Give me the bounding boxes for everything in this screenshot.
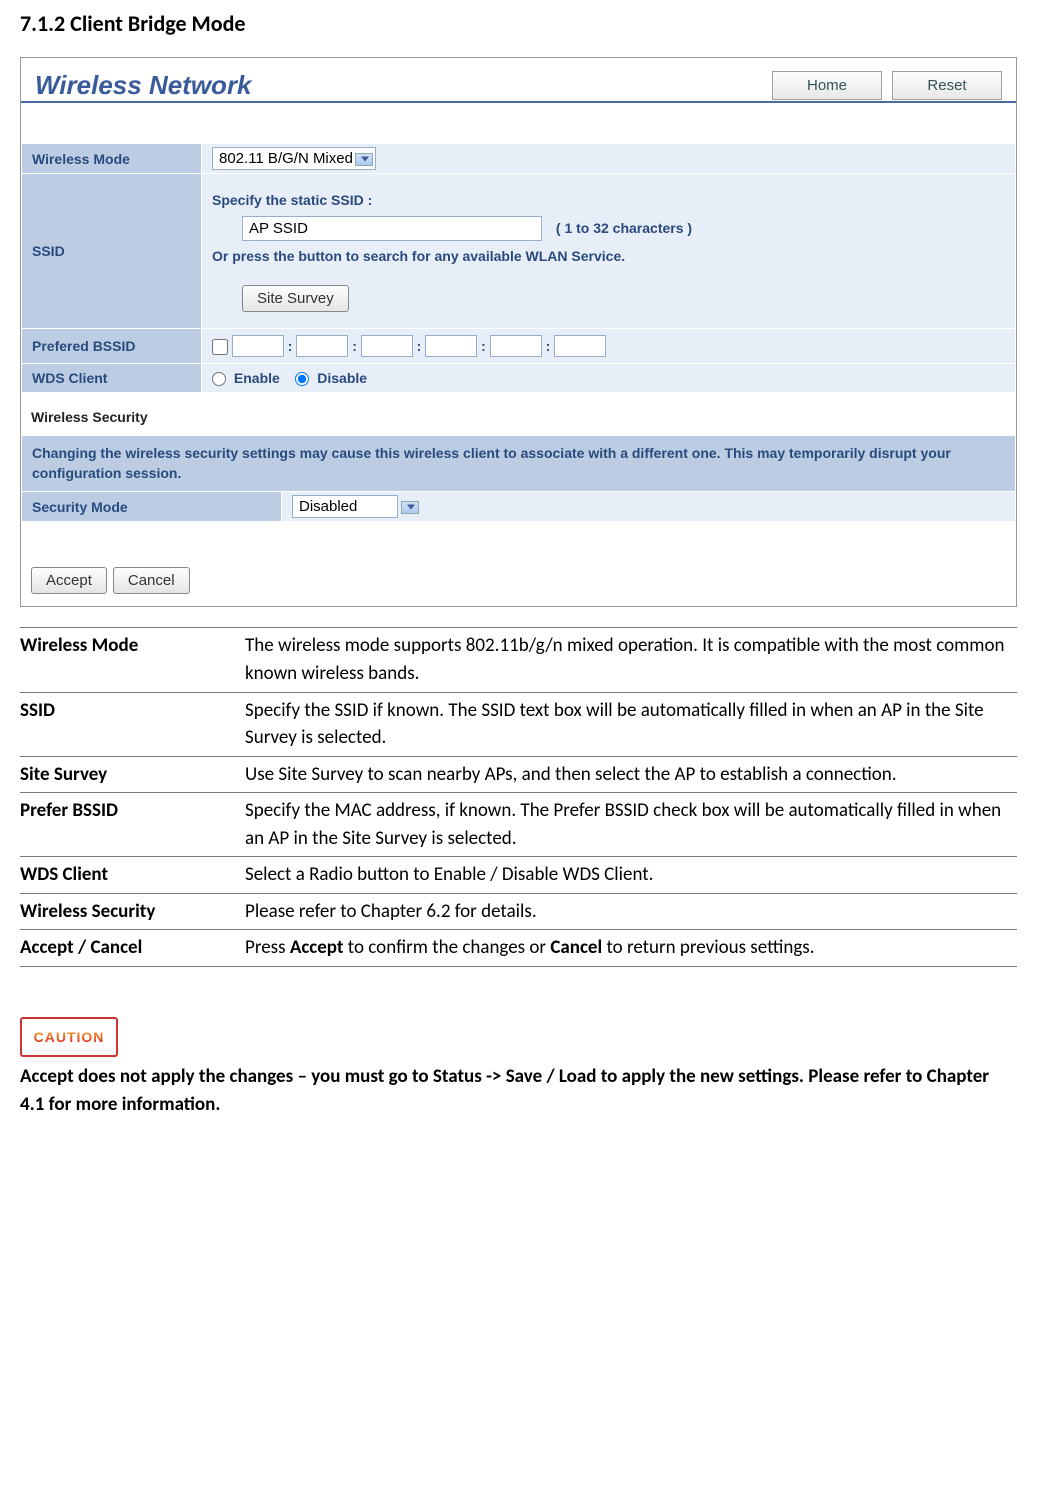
chevron-down-icon <box>407 504 415 509</box>
bssid-oct-5[interactable] <box>490 335 542 357</box>
table-row: SSIDSpecify the SSID if known. The SSID … <box>20 692 1017 756</box>
bssid-oct-6[interactable] <box>554 335 606 357</box>
wds-enable-radio[interactable] <box>212 372 226 386</box>
security-mode-select[interactable]: Disabled <box>292 498 422 515</box>
desc-label: WDS Client <box>20 857 245 894</box>
panel-title: Wireless Network <box>35 70 252 101</box>
wireless-mode-select[interactable]: 802.11 B/G/N Mixed <box>212 150 376 167</box>
bssid-checkbox[interactable] <box>212 339 228 355</box>
desc-label: Accept / Cancel <box>20 930 245 967</box>
desc-label: Wireless Mode <box>20 628 245 692</box>
desc-label: Prefer BSSID <box>20 793 245 857</box>
desc-label: Site Survey <box>20 756 245 793</box>
caution-note: Accept does not apply the changes – you … <box>20 1063 1017 1120</box>
table-row: Wireless SecurityPlease refer to Chapter… <box>20 893 1017 930</box>
section-title: 7.1.2 Client Bridge Mode <box>20 10 1017 37</box>
wds-enable-option[interactable]: Enable <box>212 370 284 386</box>
desc-text: Specify the MAC address, if known. The P… <box>245 793 1017 857</box>
config-screenshot: Wireless Network Home Reset Wireless Mod… <box>20 57 1017 607</box>
desc-label: SSID <box>20 692 245 756</box>
security-mode-label: Security Mode <box>22 492 282 522</box>
desc-text: Select a Radio button to Enable / Disabl… <box>245 857 1017 894</box>
ssid-specify-text: Specify the static SSID : <box>212 186 1005 214</box>
wds-disable-option[interactable]: Disable <box>295 370 367 386</box>
bssid-oct-4[interactable] <box>425 335 477 357</box>
site-survey-button[interactable]: Site Survey <box>242 285 349 312</box>
desc-text: Press Accept to confirm the changes or C… <box>245 930 1017 967</box>
caution-icon: CAUTION <box>20 1017 118 1057</box>
wds-label: WDS Client <box>22 364 202 393</box>
desc-label: Wireless Security <box>20 893 245 930</box>
home-button[interactable]: Home <box>772 71 882 100</box>
bssid-oct-1[interactable] <box>232 335 284 357</box>
accept-button[interactable]: Accept <box>31 567 107 594</box>
ssid-label: SSID <box>22 174 202 329</box>
ssid-input[interactable] <box>242 216 542 241</box>
table-row: WDS ClientSelect a Radio button to Enabl… <box>20 857 1017 894</box>
wds-disable-radio[interactable] <box>295 372 309 386</box>
wireless-mode-label: Wireless Mode <box>22 144 202 174</box>
panel-header: Wireless Network Home Reset <box>21 58 1016 103</box>
desc-text: The wireless mode supports 802.11b/g/n m… <box>245 628 1017 692</box>
ssid-or-text: Or press the button to search for any av… <box>212 242 1005 270</box>
bssid-oct-3[interactable] <box>361 335 413 357</box>
ssid-char-note: ( 1 to 32 characters ) <box>556 220 692 236</box>
table-row: Prefer BSSIDSpecify the MAC address, if … <box>20 793 1017 857</box>
bssid-label: Prefered BSSID <box>22 329 202 364</box>
reset-button[interactable]: Reset <box>892 71 1002 100</box>
table-row: Accept / CancelPress Accept to confirm t… <box>20 930 1017 967</box>
table-row: Site SurveyUse Site Survey to scan nearb… <box>20 756 1017 793</box>
security-warning: Changing the wireless security settings … <box>22 436 1016 492</box>
config-table: Wireless Mode 802.11 B/G/N Mixed SSID Sp… <box>21 143 1016 393</box>
cancel-button[interactable]: Cancel <box>113 567 190 594</box>
description-table: Wireless ModeThe wireless mode supports … <box>20 627 1017 966</box>
desc-text: Specify the SSID if known. The SSID text… <box>245 692 1017 756</box>
desc-text: Use Site Survey to scan nearby APs, and … <box>245 756 1017 793</box>
desc-text: Please refer to Chapter 6.2 for details. <box>245 893 1017 930</box>
wireless-security-heading: Wireless Security <box>21 393 1016 435</box>
table-row: Wireless ModeThe wireless mode supports … <box>20 628 1017 692</box>
security-table: Changing the wireless security settings … <box>21 435 1016 522</box>
bssid-oct-2[interactable] <box>296 335 348 357</box>
